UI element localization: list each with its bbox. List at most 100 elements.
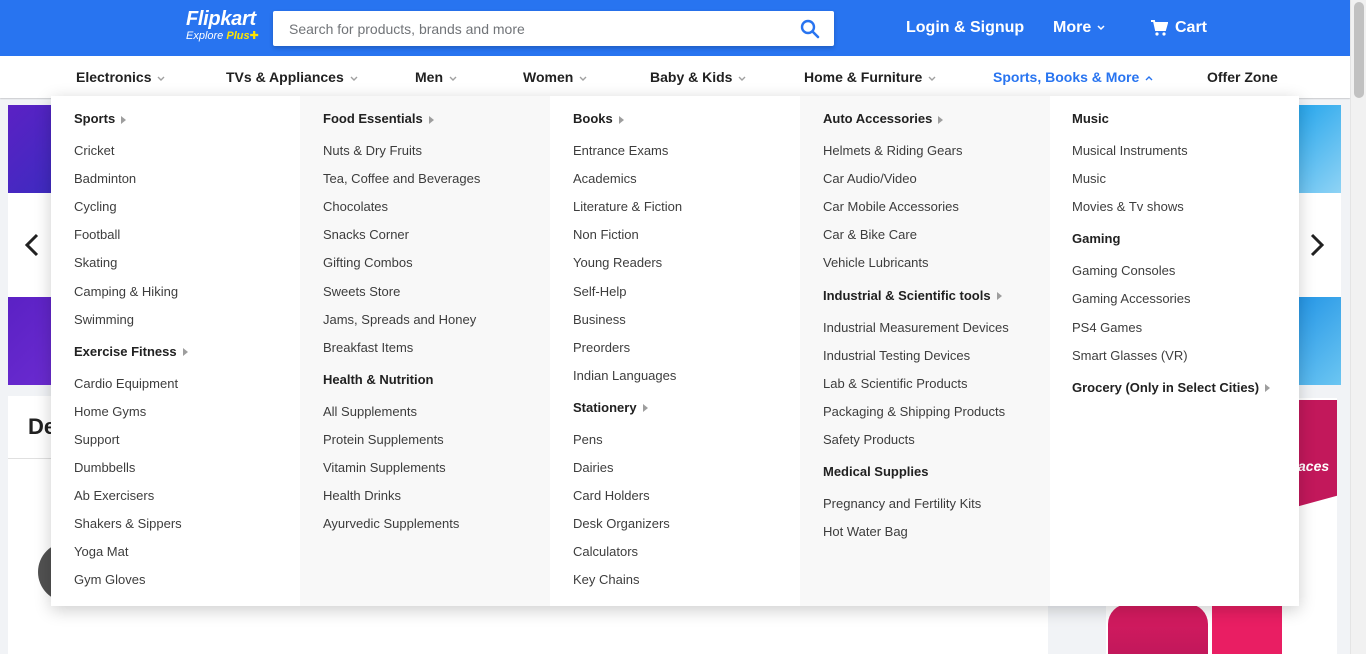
menu-heading-food-essentials[interactable]: Food Essentials bbox=[323, 111, 434, 127]
menu-item-dairies[interactable]: Dairies bbox=[573, 460, 613, 476]
nav-category-offer-zone[interactable]: Offer Zone bbox=[1207, 68, 1278, 86]
menu-item-cricket[interactable]: Cricket bbox=[74, 143, 114, 159]
menu-item-all-supplements[interactable]: All Supplements bbox=[323, 404, 417, 420]
menu-item-gym-gloves[interactable]: Gym Gloves bbox=[74, 572, 146, 588]
menu-heading-sports[interactable]: Sports bbox=[74, 111, 127, 127]
menu-item-support[interactable]: Support bbox=[74, 432, 120, 448]
menu-item-gifting-combos[interactable]: Gifting Combos bbox=[323, 255, 413, 271]
menu-heading-label: Music bbox=[1072, 111, 1109, 126]
nav-category-men[interactable]: Men bbox=[415, 68, 457, 86]
menu-item-helmets-riding-gears[interactable]: Helmets & Riding Gears bbox=[823, 143, 962, 159]
menu-item-gaming-consoles[interactable]: Gaming Consoles bbox=[1072, 263, 1175, 279]
menu-item-calculators[interactable]: Calculators bbox=[573, 544, 638, 560]
menu-item-camping-hiking[interactable]: Camping & Hiking bbox=[74, 284, 178, 300]
carousel-next-icon[interactable] bbox=[1307, 232, 1327, 258]
menu-item-entrance-exams[interactable]: Entrance Exams bbox=[573, 143, 668, 159]
search-input[interactable] bbox=[273, 11, 773, 46]
menu-heading-exercise-fitness[interactable]: Exercise Fitness bbox=[74, 344, 188, 360]
menu-item-movies-tv-shows[interactable]: Movies & Tv shows bbox=[1072, 199, 1184, 215]
menu-heading-books[interactable]: Books bbox=[573, 111, 624, 127]
menu-item-sweets-store[interactable]: Sweets Store bbox=[323, 284, 400, 300]
menu-item-protein-supplements[interactable]: Protein Supplements bbox=[323, 432, 444, 448]
menu-item-cycling[interactable]: Cycling bbox=[74, 199, 117, 215]
menu-item-key-chains[interactable]: Key Chains bbox=[573, 572, 639, 588]
nav-category-electronics[interactable]: Electronics bbox=[76, 68, 165, 86]
menu-heading-stationery[interactable]: Stationery bbox=[573, 400, 648, 416]
menu-item-car-bike-care[interactable]: Car & Bike Care bbox=[823, 227, 917, 243]
menu-item-hot-water-bag[interactable]: Hot Water Bag bbox=[823, 524, 908, 540]
menu-item-tea-coffee-and-beverages[interactable]: Tea, Coffee and Beverages bbox=[323, 171, 480, 187]
menu-heading-gaming[interactable]: Gaming bbox=[1072, 231, 1120, 247]
menu-item-health-drinks[interactable]: Health Drinks bbox=[323, 488, 401, 504]
carousel-banner-left-top[interactable] bbox=[8, 105, 52, 193]
menu-item-swimming[interactable]: Swimming bbox=[74, 312, 134, 328]
menu-item-industrial-testing-devices[interactable]: Industrial Testing Devices bbox=[823, 348, 970, 364]
menu-item-smart-glasses-vr[interactable]: Smart Glasses (VR) bbox=[1072, 348, 1188, 364]
menu-item-vitamin-supplements[interactable]: Vitamin Supplements bbox=[323, 460, 446, 476]
search-icon[interactable] bbox=[800, 19, 820, 39]
menu-heading-industrial-scientific-tools[interactable]: Industrial & Scientific tools bbox=[823, 288, 1002, 304]
menu-item-preorders[interactable]: Preorders bbox=[573, 340, 630, 356]
carousel-banner-right-top[interactable] bbox=[1298, 105, 1341, 193]
menu-item-ps4-games[interactable]: PS4 Games bbox=[1072, 320, 1142, 336]
menu-item-desk-organizers[interactable]: Desk Organizers bbox=[573, 516, 670, 532]
menu-item-snacks-corner[interactable]: Snacks Corner bbox=[323, 227, 409, 243]
menu-heading-music[interactable]: Music bbox=[1072, 111, 1109, 127]
nav-category-women[interactable]: Women bbox=[523, 68, 587, 86]
menu-item-dumbbells[interactable]: Dumbbells bbox=[74, 460, 135, 476]
menu-heading-grocery-only-in-select-cities[interactable]: Grocery (Only in Select Cities) bbox=[1072, 380, 1271, 396]
menu-item-music[interactable]: Music bbox=[1072, 171, 1106, 187]
menu-item-musical-instruments[interactable]: Musical Instruments bbox=[1072, 143, 1188, 159]
menu-item-home-gyms[interactable]: Home Gyms bbox=[74, 404, 146, 420]
carousel-banner-right-bottom[interactable] bbox=[1298, 297, 1341, 385]
menu-heading-health-nutrition[interactable]: Health & Nutrition bbox=[323, 372, 434, 388]
menu-item-vehicle-lubricants[interactable]: Vehicle Lubricants bbox=[823, 255, 929, 271]
menu-item-badminton[interactable]: Badminton bbox=[74, 171, 136, 187]
flipkart-logo[interactable]: Flipkart Explore Plus✚ bbox=[186, 9, 259, 42]
menu-heading-auto-accessories[interactable]: Auto Accessories bbox=[823, 111, 944, 127]
menu-item-indian-languages[interactable]: Indian Languages bbox=[573, 368, 676, 384]
carousel-banner-left-bottom[interactable] bbox=[8, 297, 52, 385]
menu-item-industrial-measurement-devices[interactable]: Industrial Measurement Devices bbox=[823, 320, 1009, 336]
menu-item-pens[interactable]: Pens bbox=[573, 432, 603, 448]
menu-item-academics[interactable]: Academics bbox=[573, 171, 637, 187]
menu-item-ab-exercisers[interactable]: Ab Exercisers bbox=[74, 488, 154, 504]
logo-name: Flipkart bbox=[186, 8, 256, 30]
nav-category-tvs-appliances[interactable]: TVs & Appliances bbox=[226, 68, 358, 86]
menu-item-non-fiction[interactable]: Non Fiction bbox=[573, 227, 639, 243]
login-signup-link[interactable]: Login & Signup bbox=[906, 18, 1024, 38]
cart-icon[interactable] bbox=[1150, 19, 1168, 37]
menu-item-breakfast-items[interactable]: Breakfast Items bbox=[323, 340, 413, 356]
menu-item-chocolates[interactable]: Chocolates bbox=[323, 199, 388, 215]
menu-item-young-readers[interactable]: Young Readers bbox=[573, 255, 662, 271]
menu-item-car-audio-video[interactable]: Car Audio/Video bbox=[823, 171, 917, 187]
menu-item-football[interactable]: Football bbox=[74, 227, 120, 243]
cart-link[interactable]: Cart bbox=[1175, 18, 1207, 38]
page-scrollbar[interactable] bbox=[1350, 0, 1366, 654]
menu-item-shakers-sippers[interactable]: Shakers & Sippers bbox=[74, 516, 182, 532]
more-menu[interactable]: More bbox=[1053, 18, 1105, 38]
scrollbar-thumb[interactable] bbox=[1354, 2, 1364, 98]
menu-item-gaming-accessories[interactable]: Gaming Accessories bbox=[1072, 291, 1191, 307]
menu-item-jams-spreads-and-honey[interactable]: Jams, Spreads and Honey bbox=[323, 312, 476, 328]
nav-category-sports-books-more[interactable]: Sports, Books & More bbox=[993, 68, 1153, 86]
menu-item-yoga-mat[interactable]: Yoga Mat bbox=[74, 544, 128, 560]
menu-item-card-holders[interactable]: Card Holders bbox=[573, 488, 650, 504]
menu-item-self-help[interactable]: Self-Help bbox=[573, 284, 626, 300]
menu-item-car-mobile-accessories[interactable]: Car Mobile Accessories bbox=[823, 199, 959, 215]
nav-category-baby-kids[interactable]: Baby & Kids bbox=[650, 68, 746, 86]
menu-item-ayurvedic-supplements[interactable]: Ayurvedic Supplements bbox=[323, 516, 459, 532]
menu-item-lab-scientific-products[interactable]: Lab & Scientific Products bbox=[823, 376, 968, 392]
menu-item-packaging-shipping-products[interactable]: Packaging & Shipping Products bbox=[823, 404, 1005, 420]
nav-category-home-furniture[interactable]: Home & Furniture bbox=[804, 68, 936, 86]
menu-item-cardio-equipment[interactable]: Cardio Equipment bbox=[74, 376, 178, 392]
menu-heading-medical-supplies[interactable]: Medical Supplies bbox=[823, 464, 928, 480]
menu-item-nuts-dry-fruits[interactable]: Nuts & Dry Fruits bbox=[323, 143, 422, 159]
carousel-prev-icon[interactable] bbox=[22, 232, 42, 258]
menu-item-pregnancy-and-fertility-kits[interactable]: Pregnancy and Fertility Kits bbox=[823, 496, 981, 512]
menu-item-safety-products[interactable]: Safety Products bbox=[823, 432, 915, 448]
menu-item-skating[interactable]: Skating bbox=[74, 255, 117, 271]
nav-category-label: Women bbox=[523, 69, 574, 85]
menu-item-literature-fiction[interactable]: Literature & Fiction bbox=[573, 199, 682, 215]
menu-item-business[interactable]: Business bbox=[573, 312, 626, 328]
